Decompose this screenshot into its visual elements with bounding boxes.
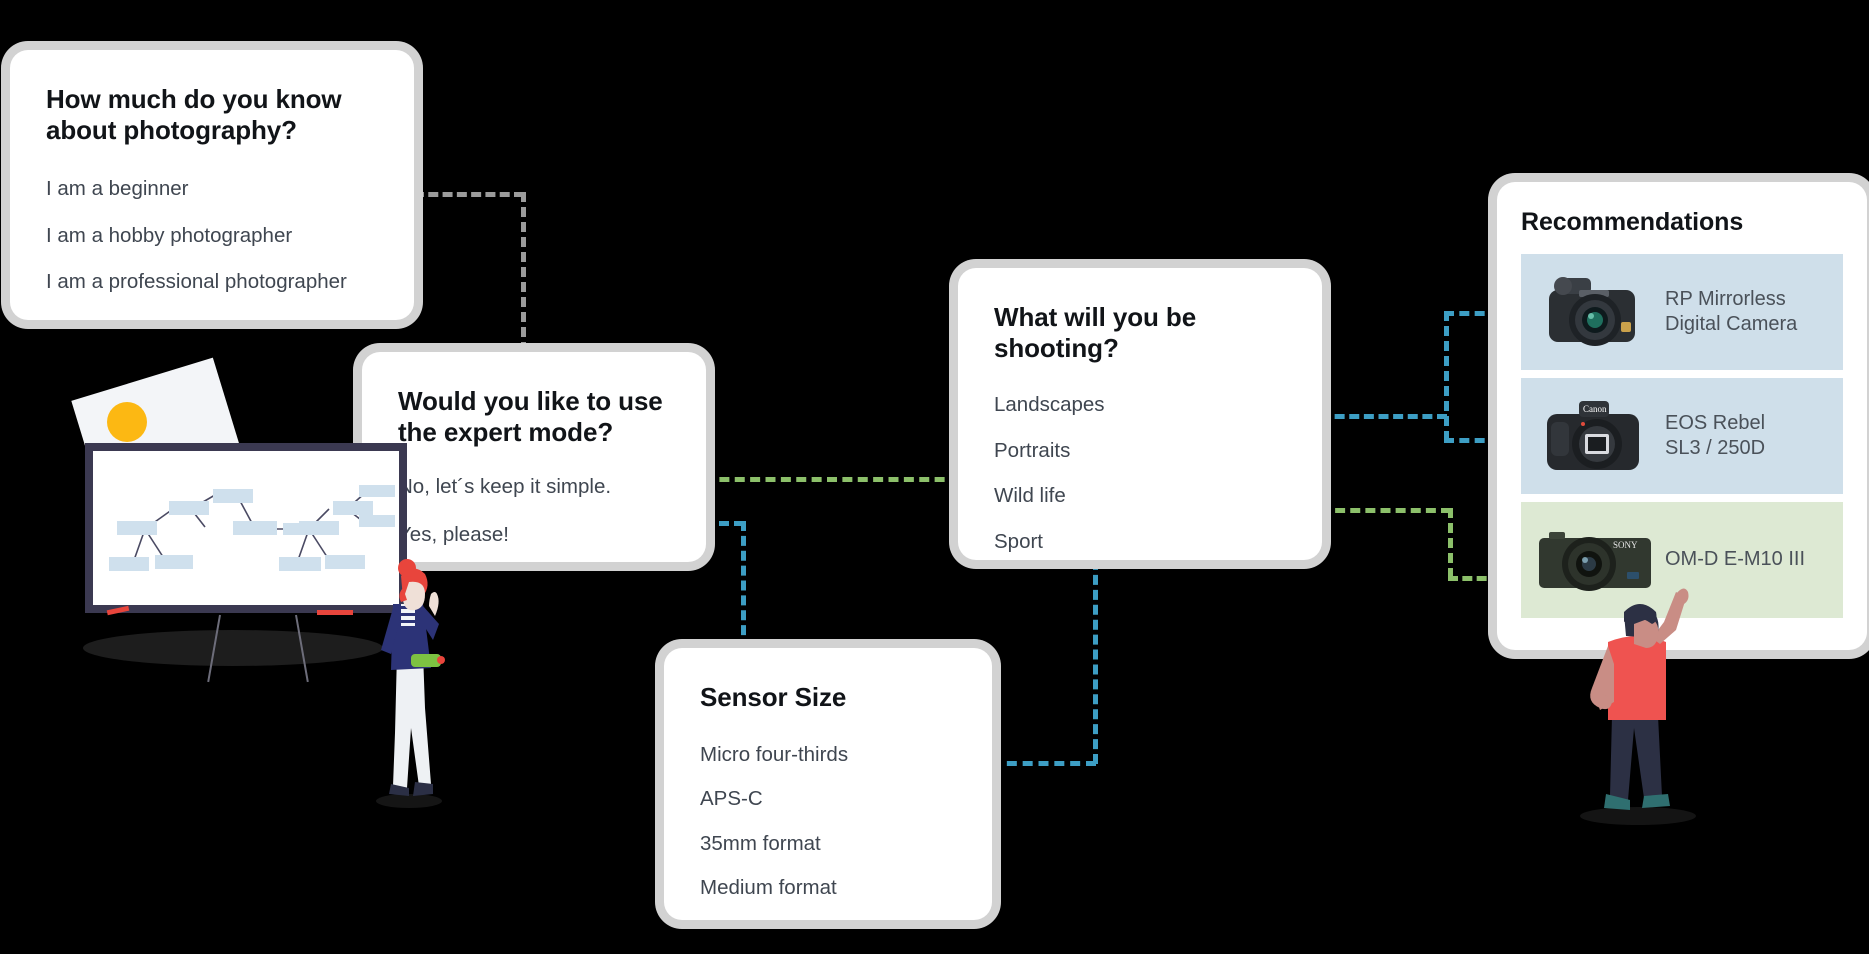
board-ground-shadow — [83, 630, 383, 666]
whiteboard — [85, 443, 407, 613]
option-hobby-photographer[interactable]: I am a hobby photographer — [46, 225, 378, 247]
connector-recs-item2-branch — [1444, 438, 1500, 443]
connector-expert-to-shooting — [704, 477, 960, 482]
recommendation-label: RP Mirrorless Digital Camera — [1665, 288, 1798, 335]
card-recommendations-title: Recommendations — [1521, 208, 1744, 236]
option-aps-c[interactable]: APS-C — [700, 789, 956, 810]
red-marker-2 — [317, 610, 353, 615]
bridge-camera-icon — [1527, 264, 1659, 360]
dslr-camera-icon: Canon — [1527, 388, 1659, 484]
option-micro-four-thirds[interactable]: Micro four-thirds — [700, 744, 956, 766]
card-shooting-subject-title: What will you be shooting? — [994, 302, 1197, 363]
card-sensor-size-title: Sensor Size — [700, 682, 847, 712]
whiteboard-diagram-icon — [109, 485, 395, 571]
card-shooting-subject[interactable]: What will you be shooting? Landscapes Po… — [958, 268, 1322, 560]
recommendation-label: EOS Rebel SL3 / 250D — [1665, 412, 1766, 459]
connector-knowledge-to-expert-vertical — [521, 192, 526, 352]
connector-shooting-to-recs-green-horizontal — [1320, 508, 1451, 513]
connector-knowledge-to-expert-horizontal — [414, 192, 524, 197]
woman-presenter-figure — [376, 559, 445, 808]
connector-shooting-to-recs-horizontal — [1320, 414, 1447, 419]
card-knowledge[interactable]: How much do you know about photography? … — [10, 50, 414, 320]
card-knowledge-title: How much do you know about photography? — [46, 84, 342, 145]
man-pointing-figure — [1580, 588, 1696, 825]
connector-recs-item3-branch — [1448, 576, 1501, 581]
option-beginner[interactable]: I am a beginner — [46, 179, 378, 200]
flowchart-canvas: How much do you know about photography? … — [0, 0, 1869, 954]
svg-text:SONY: SONY — [1613, 540, 1638, 550]
connector-recs-blue-trunk — [1444, 311, 1449, 441]
connector-sensor-to-shooting-vertical — [1093, 560, 1098, 764]
option-sport[interactable]: Sport — [994, 531, 1286, 553]
whiteboard-illustration — [45, 357, 505, 808]
connector-sensor-to-shooting-horizontal — [991, 761, 1096, 766]
connector-recs-green-trunk — [1448, 508, 1453, 578]
recommendation-item[interactable]: RP Mirrorless Digital Camera — [1521, 253, 1843, 370]
card-sensor-size[interactable]: Sensor Size Micro four-thirds APS-C 35mm… — [664, 648, 992, 920]
card-knowledge-options: I am a beginner I am a hobby photographe… — [46, 179, 378, 293]
card-shooting-subject-options: Landscapes Portraits Wild life Sport — [994, 395, 1286, 552]
option-35mm-format[interactable]: 35mm format — [700, 833, 956, 855]
connector-expert-to-sensor-horizontal — [704, 521, 744, 526]
option-portraits[interactable]: Portraits — [994, 440, 1286, 462]
recommendation-item[interactable]: Canon EOS Rebel SL3 / 250D — [1521, 377, 1843, 494]
option-professional-photographer[interactable]: I am a professional photographer — [46, 272, 378, 293]
card-sensor-size-options: Micro four-thirds APS-C 35mm format Medi… — [700, 744, 956, 899]
svg-text:Canon: Canon — [1583, 404, 1607, 414]
option-landscapes[interactable]: Landscapes — [994, 395, 1286, 416]
option-wild-life[interactable]: Wild life — [994, 486, 1286, 507]
connector-recs-item1-branch — [1444, 311, 1500, 316]
option-medium-format[interactable]: Medium format — [700, 878, 956, 899]
yellow-circle-accent — [107, 402, 147, 442]
connector-expert-to-sensor-vertical — [741, 521, 746, 650]
